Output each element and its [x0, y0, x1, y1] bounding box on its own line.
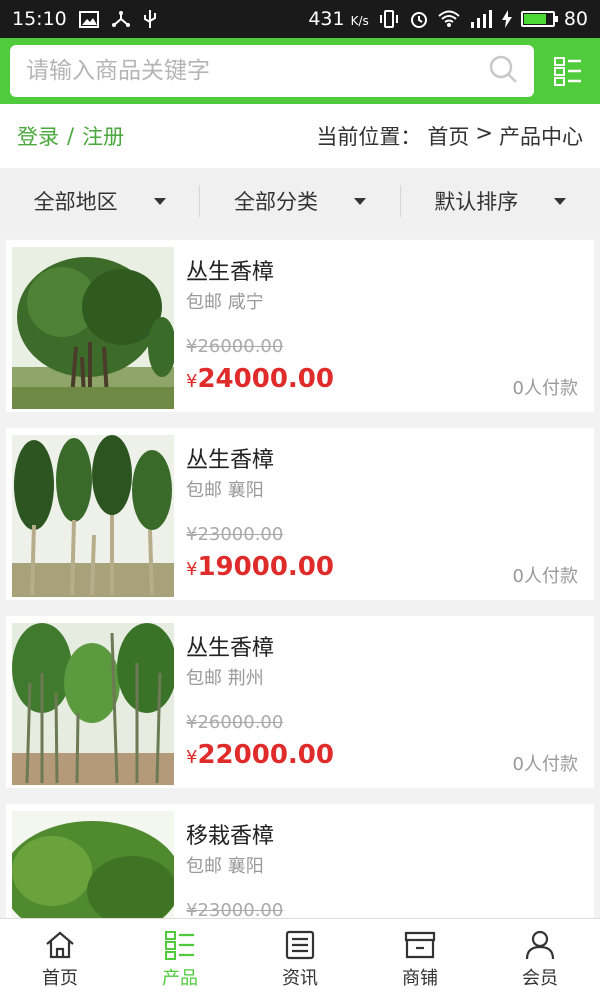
product-original-price: ¥26000.00 — [186, 712, 284, 733]
product-shipping: 包邮 咸宁 — [186, 292, 264, 313]
product-price: ¥19000.00 — [186, 552, 334, 582]
nav-news-label: 资讯 — [282, 967, 318, 989]
product-shipping: 包邮 襄阳 — [186, 480, 264, 501]
product-shipping: 包邮 荆州 — [186, 668, 264, 689]
product-price: ¥22000.00 — [186, 740, 334, 770]
product-title: 移栽香樟 — [186, 824, 275, 849]
price-currency: ¥ — [186, 559, 198, 580]
image-icon — [78, 10, 99, 28]
filter-region-label: 全部地区 — [33, 190, 118, 214]
products-icon — [165, 930, 194, 960]
news-icon — [285, 930, 315, 959]
product-shipping: 包邮 襄阳 — [186, 856, 264, 877]
login-separator: / — [67, 124, 75, 148]
alarm-icon — [409, 9, 429, 29]
nav-home-label: 首页 — [42, 967, 78, 989]
charging-icon — [501, 10, 512, 28]
store-icon — [404, 931, 436, 958]
battery-level — [523, 14, 547, 24]
nav-products-label: 产品 — [162, 967, 198, 989]
product-image[interactable] — [12, 247, 174, 409]
breadcrumb-arrow: > — [475, 121, 493, 145]
filter-bar: 全部地区 全部分类 默认排序 — [0, 168, 600, 234]
nav-store-label: 商铺 — [402, 967, 438, 989]
clock: 15:10 — [12, 8, 67, 30]
product-image[interactable] — [12, 623, 174, 785]
signal-icon — [469, 10, 493, 28]
price-value: 19000.00 — [197, 552, 334, 582]
product-title: 丛生香樟 — [186, 636, 275, 661]
product-image[interactable] — [12, 435, 174, 597]
bottom-nav: 首页 产品 资讯 商铺 会员 — [0, 918, 600, 1000]
menu-list-icon — [554, 57, 581, 86]
caret-down-icon — [153, 197, 166, 205]
product-list: 丛生香樟 包邮 咸宁 ¥26000.00 ¥24000.00 0人付款 丛生香樟… — [0, 234, 600, 918]
vibrate-icon — [378, 10, 400, 28]
search-input[interactable] — [26, 58, 488, 84]
nav-store[interactable]: 商铺 — [360, 919, 480, 1000]
user-icon — [525, 930, 555, 959]
product-title: 丛生香樟 — [186, 448, 275, 473]
product-original-price: ¥23000.00 — [186, 900, 284, 918]
usb-icon — [143, 9, 157, 29]
filter-category[interactable]: 全部分类 — [199, 185, 399, 217]
login-link[interactable]: 登录 — [17, 121, 59, 151]
product-sold-count: 0人付款 — [512, 566, 578, 587]
product-original-price: ¥23000.00 — [186, 524, 284, 545]
caret-down-icon — [554, 197, 567, 205]
battery-percent: 80 — [563, 8, 588, 30]
status-bar: 15:10 431 K/s 80 — [0, 0, 600, 38]
price-value: 24000.00 — [197, 364, 334, 394]
breadcrumb-current: 产品中心 — [499, 125, 583, 149]
wifi-icon — [438, 10, 460, 28]
price-currency: ¥ — [186, 747, 198, 768]
network-speed: 431 K/s — [308, 8, 369, 30]
nav-member[interactable]: 会员 — [480, 919, 600, 1000]
breadcrumb-home[interactable]: 首页 — [427, 121, 469, 151]
header — [0, 38, 600, 104]
price-value: 22000.00 — [197, 740, 334, 770]
search-box[interactable] — [10, 45, 534, 97]
nav-news[interactable]: 资讯 — [240, 919, 360, 1000]
filter-sort[interactable]: 默认排序 — [399, 185, 600, 217]
product-image[interactable] — [12, 811, 174, 918]
share-icon — [111, 10, 131, 28]
filter-sort-label: 默认排序 — [434, 190, 519, 214]
product-sold-count: 0人付款 — [512, 378, 578, 399]
product-title: 丛生香樟 — [186, 260, 275, 285]
product-card[interactable]: 丛生香樟 包邮 咸宁 ¥26000.00 ¥24000.00 0人付款 — [6, 240, 594, 412]
home-icon — [46, 931, 74, 958]
search-icon[interactable] — [488, 54, 518, 88]
product-original-price: ¥26000.00 — [186, 336, 284, 357]
product-card[interactable]: 丛生香樟 包邮 荆州 ¥26000.00 ¥22000.00 0人付款 — [6, 616, 594, 788]
breadcrumb-label: 当前位置： — [316, 125, 422, 149]
nav-home[interactable]: 首页 — [0, 919, 120, 1000]
nav-member-label: 会员 — [522, 967, 558, 989]
product-card[interactable]: 移栽香樟 包邮 襄阳 ¥23000.00 — [6, 804, 594, 918]
register-link[interactable]: 注册 — [82, 121, 124, 151]
filter-region[interactable]: 全部地区 — [0, 185, 199, 217]
product-sold-count: 0人付款 — [512, 754, 578, 775]
breadcrumb: 当前位置： 首页 > 产品中心 — [316, 121, 583, 151]
price-currency: ¥ — [186, 371, 198, 392]
nav-products[interactable]: 产品 — [120, 919, 240, 1000]
location-bar: 登录 / 注册 当前位置： 首页 > 产品中心 — [0, 104, 600, 168]
filter-category-label: 全部分类 — [233, 190, 318, 214]
battery-icon — [520, 11, 558, 27]
caret-down-icon — [353, 197, 366, 205]
product-card[interactable]: 丛生香樟 包邮 襄阳 ¥23000.00 ¥19000.00 0人付款 — [6, 428, 594, 600]
product-price: ¥24000.00 — [186, 364, 334, 394]
category-menu-button[interactable] — [546, 49, 590, 93]
